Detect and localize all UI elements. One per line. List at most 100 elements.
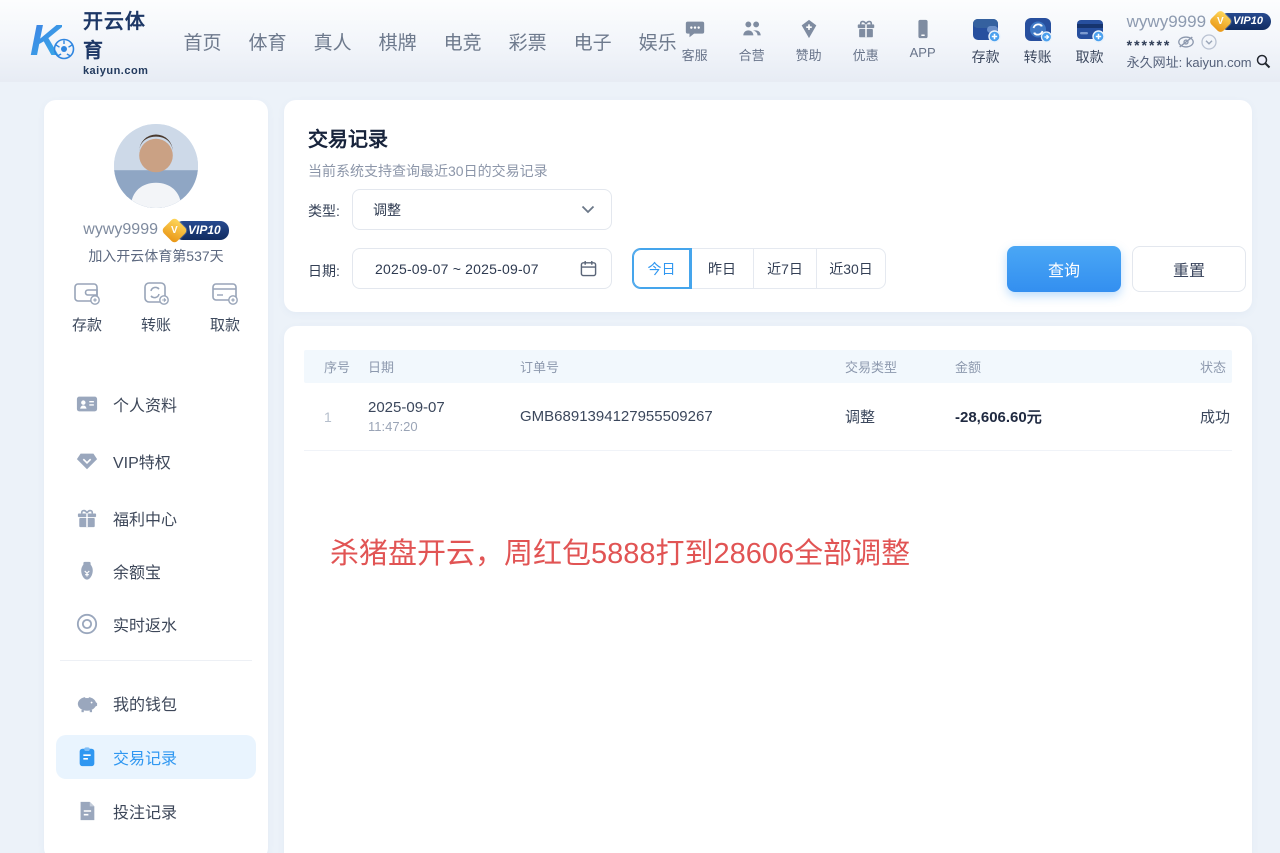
reset-button[interactable]: 重置 — [1132, 246, 1246, 292]
piggy-bank-icon — [76, 693, 98, 713]
cell-index: 1 — [304, 409, 368, 425]
joined-days-text: 加入开云体育第537天 — [44, 246, 268, 266]
range-7days-button[interactable]: 近7日 — [754, 249, 817, 288]
chevron-down-circle-icon[interactable] — [1201, 34, 1217, 50]
th-order-no: 订单号 — [520, 357, 845, 376]
type-label: 类型: — [308, 201, 340, 221]
date-label: 日期: — [308, 261, 340, 281]
brand-domain: kaiyun.com — [83, 65, 156, 77]
sidebar-item-profile-label: 个人资料 — [113, 392, 177, 416]
transfer-outline-icon — [142, 280, 170, 306]
range-30days-button[interactable]: 近30日 — [817, 249, 885, 288]
money-bag-icon — [76, 561, 98, 581]
sidebar: wywy9999 V VIP10 加入开云体育第537天 存款 — [44, 100, 268, 853]
nav-item-chess[interactable]: 棋牌 — [379, 28, 417, 55]
transfer-link[interactable]: 转账 — [1019, 16, 1057, 67]
sidebar-item-welfare[interactable]: 福利中心 — [56, 496, 256, 540]
cell-date: 2025-09-07 — [368, 399, 520, 416]
sidebar-item-wallet[interactable]: 我的钱包 — [56, 681, 256, 725]
app-download-link[interactable]: APP — [905, 18, 941, 64]
sidebar-item-yuebao[interactable]: 余额宝 — [56, 549, 256, 593]
cell-status: 成功 — [1200, 406, 1232, 427]
nav-item-lottery[interactable]: 彩票 — [509, 28, 547, 55]
red-warning-annotation: 杀猪盘开云，周红包5888打到28606全部调整 — [330, 530, 910, 572]
cell-time: 11:47:20 — [368, 419, 520, 434]
sidebar-transfer-label: 转账 — [141, 314, 171, 335]
sidebar-item-vip[interactable]: VIP特权 — [56, 439, 256, 483]
chevron-down-icon — [581, 205, 595, 214]
permanent-url-label: 永久网址: kaiyun.com — [1127, 52, 1252, 71]
sidebar-withdraw-label: 取款 — [210, 314, 240, 335]
magnifier-cursor-icon — [1255, 53, 1271, 69]
sidebar-deposit-action[interactable]: 存款 — [72, 280, 102, 335]
sidebar-quick-actions: 存款 转账 取款 — [44, 280, 268, 335]
sidebar-item-bets[interactable]: 投注记录 — [56, 789, 256, 833]
cell-type: 调整 — [845, 406, 955, 427]
type-select[interactable]: 调整 — [352, 189, 612, 230]
page: K 开云体育 kaiyun.com 首页 体育 真人 棋牌 电竞 彩票 电子 娱… — [0, 0, 1280, 853]
sidebar-item-transactions[interactable]: 交易记录 — [56, 735, 256, 779]
sponsorship-label: 赞助 — [796, 45, 822, 64]
sidebar-withdraw-action[interactable]: 取款 — [210, 280, 240, 335]
th-date: 日期 — [368, 357, 520, 376]
brand-logo[interactable]: K 开云体育 kaiyun.com — [30, 5, 156, 77]
promotions-label: 优惠 — [853, 45, 879, 64]
wallet-outline-icon — [73, 280, 101, 306]
profile-avatar — [114, 124, 198, 208]
nav-item-home[interactable]: 首页 — [184, 28, 222, 55]
bet-record-icon — [76, 800, 98, 822]
header-quick-links: 客服 合营 赞助 — [677, 18, 941, 64]
deposit-link[interactable]: 存款 — [967, 16, 1005, 67]
brand-name: 开云体育 — [83, 5, 156, 63]
cell-datetime: 2025-09-07 11:47:20 — [368, 399, 520, 434]
main-nav: 首页 体育 真人 棋牌 电竞 彩票 电子 娱乐 — [184, 28, 677, 55]
profile-username: wywy9999 — [83, 221, 158, 239]
nav-item-slots[interactable]: 电子 — [574, 28, 612, 55]
sponsor-shield-icon — [798, 18, 820, 40]
logo-k-mark: K — [30, 16, 75, 66]
partnership-link[interactable]: 合营 — [734, 18, 770, 64]
nav-item-esports[interactable]: 电竞 — [444, 28, 482, 55]
date-quick-ranges: 今日 昨日 近7日 近30日 — [632, 248, 886, 289]
range-today-button[interactable]: 今日 — [633, 249, 691, 288]
header-right: 客服 合营 赞助 — [677, 12, 1280, 71]
nav-item-sports[interactable]: 体育 — [249, 28, 287, 55]
calendar-icon[interactable] — [580, 260, 597, 277]
sidebar-item-rebate-label: 实时返水 — [113, 612, 177, 636]
promotions-link[interactable]: 优惠 — [848, 18, 884, 64]
query-button[interactable]: 查询 — [1007, 246, 1121, 292]
user-info-block: wywy9999 V VIP10 ****** — [1127, 12, 1271, 71]
withdraw-link[interactable]: 取款 — [1071, 16, 1109, 67]
sponsorship-link[interactable]: 赞助 — [791, 18, 827, 64]
sidebar-item-rebate[interactable]: 实时返水 — [56, 602, 256, 646]
sidebar-item-wallet-label: 我的钱包 — [113, 691, 177, 715]
customer-service-link[interactable]: 客服 — [677, 18, 713, 64]
sidebar-item-bets-label: 投注记录 — [113, 799, 177, 823]
sidebar-deposit-label: 存款 — [72, 314, 102, 335]
customer-service-label: 客服 — [682, 45, 708, 64]
rebate-circle-icon — [76, 613, 98, 635]
profile-photo — [114, 124, 198, 208]
transfer-arrows-icon — [1023, 16, 1053, 43]
nav-item-live[interactable]: 真人 — [314, 28, 352, 55]
transfer-label: 转账 — [1024, 47, 1052, 67]
table-row: 1 2025-09-07 11:47:20 GMB689139412795550… — [304, 383, 1232, 451]
gift-menu-icon — [76, 508, 98, 528]
phone-icon — [912, 18, 934, 40]
deposit-label: 存款 — [972, 47, 1000, 67]
sidebar-transfer-action[interactable]: 转账 — [141, 280, 171, 335]
range-yesterday-button[interactable]: 昨日 — [691, 249, 754, 288]
withdraw-card-icon — [1075, 16, 1105, 43]
logo-text: 开云体育 kaiyun.com — [83, 5, 156, 77]
sidebar-item-profile[interactable]: 个人资料 — [56, 382, 256, 426]
partners-icon — [741, 18, 763, 40]
id-card-icon — [76, 394, 98, 414]
date-range-input[interactable]: 2025-09-07 ~ 2025-09-07 — [352, 248, 612, 289]
page-subtitle: 当前系统支持查询最近30日的交易记录 — [308, 161, 548, 181]
date-range-value: 2025-09-07 ~ 2025-09-07 — [375, 261, 539, 277]
table-header-row: 序号 日期 订单号 交易类型 金额 状态 — [304, 350, 1232, 383]
header-wallet-links: 存款 转账 — [967, 16, 1109, 67]
filter-panel: 交易记录 当前系统支持查询最近30日的交易记录 类型: 调整 日期: 2025-… — [284, 100, 1252, 312]
eye-off-icon[interactable] — [1177, 35, 1195, 49]
nav-item-entertainment[interactable]: 娱乐 — [639, 28, 677, 55]
